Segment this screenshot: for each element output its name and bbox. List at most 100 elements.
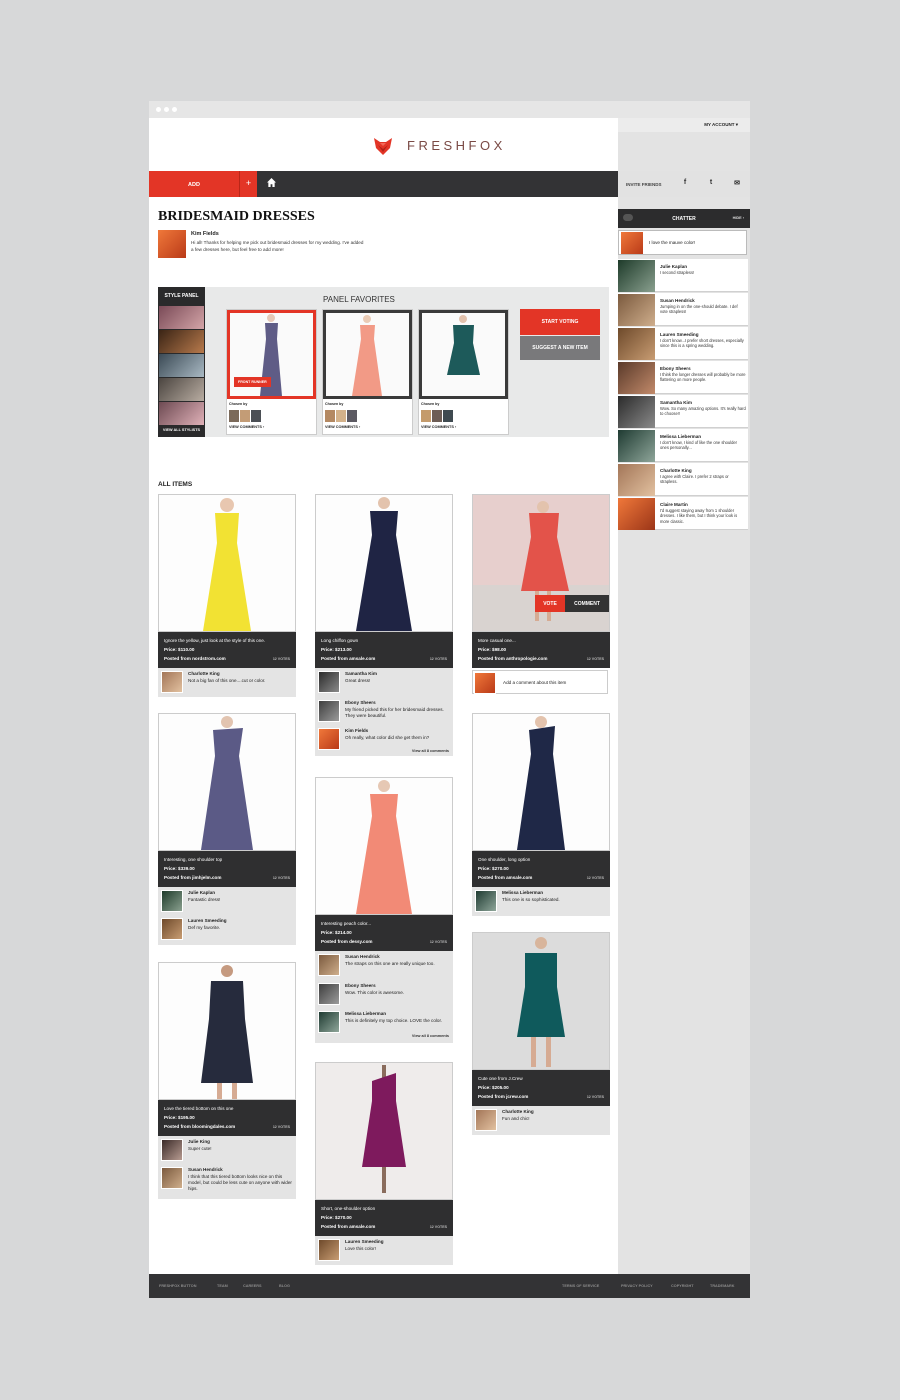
chatter-author[interactable]: Melissa Lieberman [660,434,701,439]
dress-image[interactable] [315,777,453,915]
avatar[interactable] [161,1139,183,1161]
avatar[interactable] [618,396,655,428]
dress-image[interactable] [472,713,610,851]
avatar[interactable] [161,1167,183,1189]
comment-author[interactable]: Susan Hendrick [188,1167,223,1172]
avatar[interactable] [618,294,655,326]
add-comment-field[interactable]: Add a comment about this item [472,670,608,694]
item-source[interactable]: Posted from jcrew.com [478,1094,528,1099]
view-all-comments-link[interactable]: View all 8 comments [412,1034,449,1038]
start-voting-button[interactable]: START VOTING [520,309,600,335]
window-minimize-dot[interactable] [164,107,169,112]
view-all-comments-link[interactable]: View all 8 comments [412,749,449,753]
fox-logo-icon[interactable] [372,135,394,157]
comment-author[interactable]: Samantha Kim [345,671,377,676]
author-avatar[interactable] [158,230,186,258]
avatar[interactable] [432,410,442,422]
avatar[interactable] [475,890,497,912]
favorite-card[interactable]: Chosen by VIEW COMMENTS › [418,309,509,435]
comment-author[interactable]: Charlotte King [502,1109,534,1114]
avatar[interactable] [618,498,655,530]
avatar[interactable] [318,1239,340,1261]
chatter-input[interactable]: I love the mauve color! [618,230,747,255]
dress-image[interactable] [315,1062,453,1200]
dress-image[interactable] [472,932,610,1070]
comment-author[interactable]: Ebony Sheers [345,983,376,988]
comment-button[interactable]: COMMENT [565,595,609,612]
vote-button[interactable]: VOTE [535,595,565,612]
avatar[interactable] [318,728,340,750]
dress-image[interactable] [315,494,453,632]
invite-friends-link[interactable]: INVITE FRIENDS [626,182,662,187]
view-all-stylists-link[interactable]: VIEW ALL STYLISTS [158,428,205,432]
avatar[interactable] [318,954,340,976]
avatar[interactable] [161,671,183,693]
favorite-card[interactable]: FRONT RUNNER Chosen by VIEW COMMENTS › [226,309,317,435]
stylist-avatar[interactable] [159,378,204,401]
dress-image[interactable]: FRONT RUNNER [227,310,316,399]
item-source[interactable]: Posted from nordstrom.com [164,656,226,661]
comment-author[interactable]: Charlotte King [188,671,220,676]
avatar[interactable] [161,890,183,912]
avatar[interactable] [161,918,183,940]
dress-image[interactable]: VOTE COMMENT [472,494,610,632]
avatar[interactable] [475,1109,497,1131]
stylist-avatar[interactable] [159,330,204,353]
my-account-menu[interactable]: MY ACCOUNT ▾ [618,118,750,132]
chatter-author[interactable]: Claire Martin [660,502,688,507]
avatar[interactable] [443,410,453,422]
stylist-avatar[interactable] [159,402,204,425]
chatter-author[interactable]: Samantha Kim [660,400,692,405]
chatter-hide-button[interactable]: HIDE › [733,216,744,220]
avatar[interactable] [229,410,239,422]
dress-image[interactable] [419,310,508,399]
avatar[interactable] [318,1011,340,1033]
footer-link[interactable]: TERMS OF SERVICE [562,1284,599,1288]
avatar[interactable] [618,328,655,360]
twitter-icon[interactable]: t [706,179,716,186]
author-name[interactable]: Kim Fields [191,231,219,237]
window-close-dot[interactable] [156,107,161,112]
avatar[interactable] [318,983,340,1005]
favorite-card[interactable]: Chosen by VIEW COMMENTS › [322,309,413,435]
window-maximize-dot[interactable] [172,107,177,112]
footer-link[interactable]: COPYRIGHT [671,1284,694,1288]
home-icon[interactable] [257,171,285,197]
item-source[interactable]: Posted from anthropologie.com [478,656,547,661]
footer-link[interactable]: PRIVACY POLICY [621,1284,653,1288]
view-comments-link[interactable]: VIEW COMMENTS › [421,425,456,429]
avatar[interactable] [618,430,655,462]
item-source[interactable]: Posted from dessy.com [321,939,372,944]
item-source[interactable]: Posted from amsale.com [478,875,532,880]
footer-link[interactable]: TRADEMARK [710,1284,734,1288]
avatar[interactable] [618,464,655,496]
avatar[interactable] [618,362,655,394]
comment-author[interactable]: Lauren Smeeding [345,1239,384,1244]
chatter-author[interactable]: Ebony Sheers [660,366,691,371]
view-comments-link[interactable]: VIEW COMMENTS › [325,425,360,429]
avatar[interactable] [347,410,357,422]
add-button[interactable]: ADD [149,171,239,197]
comment-author[interactable]: Susan Hendrick [345,954,380,959]
dress-image[interactable] [323,310,412,399]
dress-image[interactable] [158,713,296,851]
comment-author[interactable]: Melissa Lieberman [345,1011,386,1016]
item-source[interactable]: Posted from amsale.com [321,656,375,661]
comment-author[interactable]: Julie King [188,1139,210,1144]
comment-author[interactable]: Melissa Lieberman [502,890,543,895]
chatter-author[interactable]: Charlotte King [660,468,692,473]
plus-button[interactable]: + [239,171,257,197]
stylist-avatar[interactable] [159,354,204,377]
suggest-new-item-button[interactable]: SUGGEST A NEW ITEM [520,336,600,360]
comment-author[interactable]: Lauren Smeeding [188,918,227,923]
dress-image[interactable] [158,494,296,632]
avatar[interactable] [618,260,655,292]
footer-link[interactable]: CAREERS [243,1284,262,1288]
footer-link[interactable]: FRESHFOX BUTTON [159,1284,196,1288]
avatar[interactable] [336,410,346,422]
email-icon[interactable]: ✉ [732,179,742,187]
brand-name[interactable]: FRESHFOX [407,138,506,153]
view-comments-link[interactable]: VIEW COMMENTS › [229,425,264,429]
chatter-author[interactable]: Lauren Smeeding [660,332,699,337]
avatar[interactable] [325,410,335,422]
